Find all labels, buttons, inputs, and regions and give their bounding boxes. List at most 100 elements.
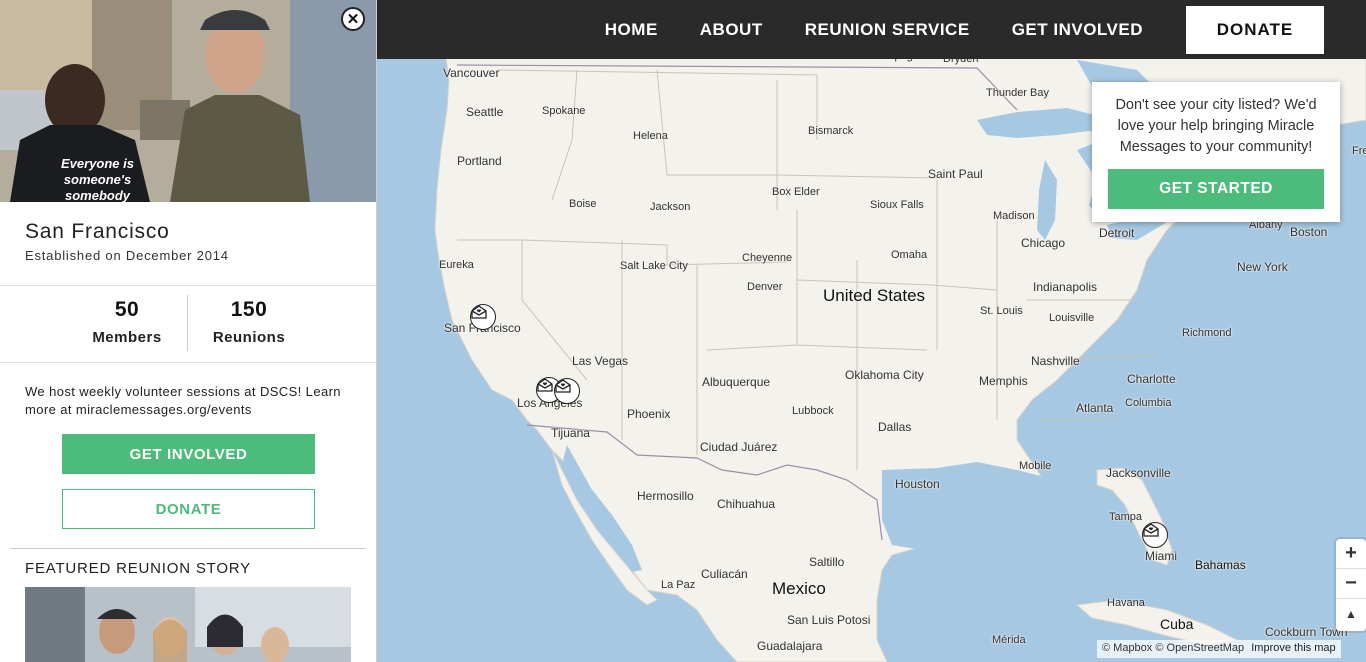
get-started-button[interactable]: GET STARTED <box>1108 169 1324 209</box>
map-label-memphis: Memphis <box>979 374 1028 388</box>
stats-divider-bottom <box>0 362 376 363</box>
map-label-chihuahua: Chihuahua <box>717 497 776 511</box>
map-label-ciudad-juarez: Ciudad Juárez <box>700 440 778 454</box>
map-label-atlanta: Atlanta <box>1076 401 1114 415</box>
map-label-cheyenne: Cheyenne <box>742 252 793 264</box>
map-label-eureka: Eureka <box>439 259 474 271</box>
map-label-helena: Helena <box>633 130 668 142</box>
zoom-out-button[interactable]: − <box>1336 569 1366 599</box>
improve-map-link[interactable]: Improve this map <box>1251 642 1335 654</box>
map-label-san-luis-potosi: San Luis Potosi <box>787 613 871 627</box>
chapter-sidebar: Everyone is someone's somebody ✕ San Fra… <box>0 0 377 662</box>
chapter-marker-los-angeles-2[interactable] <box>554 378 580 404</box>
map-label-hermosillo: Hermosillo <box>637 489 694 503</box>
map-label-la-paz: La Paz <box>661 579 696 591</box>
close-icon[interactable]: ✕ <box>341 7 365 31</box>
chapter-blurb: We host weekly volunteer sessions at DSC… <box>25 384 341 417</box>
map-label-jackson: Jackson <box>650 201 691 213</box>
featured-photo-illustration <box>25 587 351 662</box>
chapter-marker-san-francisco[interactable] <box>470 304 496 330</box>
nav-get-involved[interactable]: GET INVOLVED <box>1012 20 1143 40</box>
featured-story-photo[interactable] <box>25 587 351 662</box>
top-nav: HOME ABOUT REUNION SERVICE GET INVOLVED … <box>377 0 1366 59</box>
hero-shirt-text: Everyone is someone's somebody <box>50 156 145 202</box>
map-label-chicago: Chicago <box>1021 236 1066 250</box>
map-label-denver: Denver <box>747 281 783 293</box>
map-label-lubbock: Lubbock <box>792 405 834 417</box>
map-label-louisville: Louisville <box>1049 312 1095 324</box>
nav-donate-button[interactable]: DONATE <box>1186 5 1324 54</box>
shirt-line-1: Everyone is <box>61 156 134 171</box>
map-label-columbia: Columbia <box>1125 397 1172 409</box>
get-involved-button[interactable]: GET INVOLVED <box>62 434 315 474</box>
envelope-heart-icon <box>1143 523 1159 537</box>
popup-message: Don't see your city listed? We'd love yo… <box>1115 97 1317 155</box>
map-label-boston: Boston <box>1290 225 1328 239</box>
compass-button[interactable]: ▲ <box>1336 599 1366 629</box>
stat-reunions: 150 Reunions <box>174 298 324 346</box>
map-label-phoenix: Phoenix <box>627 407 671 421</box>
map-label-saltillo: Saltillo <box>809 555 845 569</box>
map-label-las-vegas: Las Vegas <box>572 354 629 368</box>
envelope-heart-icon <box>471 305 487 319</box>
map-label-richmond: Richmond <box>1182 327 1232 339</box>
map-label-new-york: New York <box>1237 260 1288 274</box>
reunions-label: Reunions <box>212 329 286 346</box>
featured-story-title: FEATURED REUNION STORY <box>25 560 251 577</box>
map-label-boise: Boise <box>569 198 597 210</box>
donate-button[interactable]: DONATE <box>62 489 315 529</box>
map-label-salt-lake-city: Salt Lake City <box>620 260 688 272</box>
stats-divider-top <box>0 285 376 286</box>
featured-divider <box>10 548 366 549</box>
map-label-spokane: Spokane <box>542 105 586 117</box>
map-label-oklahoma-city: Oklahoma City <box>845 368 924 382</box>
map-label-nashville: Nashville <box>1031 354 1080 368</box>
attribution-text[interactable]: © Mapbox © OpenStreetMap <box>1102 642 1244 654</box>
map-label-indianapolis: Indianapolis <box>1033 280 1098 294</box>
map-label-miami: Miami <box>1145 549 1177 563</box>
map-label-bismarck: Bismarck <box>808 125 854 137</box>
chapter-established-date: Established on December 2014 <box>25 248 229 263</box>
map-label-cuba: Cuba <box>1160 616 1194 632</box>
map-label-madison: Madison <box>993 210 1035 222</box>
map-label-vancouver: Vancouver <box>443 66 500 80</box>
map-label-havana: Havana <box>1107 597 1145 609</box>
map-label-seattle: Seattle <box>466 105 504 119</box>
chapter-city-name: San Francisco <box>25 220 170 243</box>
map-label-omaha: Omaha <box>891 249 928 261</box>
nav-home[interactable]: HOME <box>605 20 658 40</box>
map-label-merida: Mérida <box>992 634 1026 646</box>
map-label-albuquerque: Albuquerque <box>702 375 771 389</box>
map-label-mobile: Mobile <box>1019 460 1052 472</box>
map-label-guadalajara: Guadalajara <box>757 639 823 653</box>
map-zoom-controls: + − ▲ <box>1336 539 1366 631</box>
envelope-heart-icon <box>555 379 571 393</box>
map-label-box-elder: Box Elder <box>772 186 820 198</box>
map-label-sioux-falls: Sioux Falls <box>870 199 924 211</box>
chapter-marker-miami[interactable] <box>1142 522 1168 548</box>
map-label-tijuana: Tijuana <box>551 426 590 440</box>
map-label-bahamas: Bahamas <box>1195 558 1246 572</box>
nav-reunion-service[interactable]: REUNION SERVICE <box>805 20 970 40</box>
map-label-mexico: Mexico <box>772 579 826 598</box>
map-label-culiacan: Culiacán <box>701 567 748 581</box>
map-label-tampa: Tampa <box>1109 511 1143 523</box>
map-label-charlotte: Charlotte <box>1127 372 1176 386</box>
envelope-heart-icon <box>537 378 553 392</box>
map-label-thunder-bay: Thunder Bay <box>986 87 1049 99</box>
zoom-in-button[interactable]: + <box>1336 539 1366 569</box>
map-label-dallas: Dallas <box>878 420 912 434</box>
map-label-saint-paul: Saint Paul <box>928 167 983 181</box>
map-label-portland: Portland <box>457 154 502 168</box>
reunions-count: 150 <box>230 298 268 321</box>
map-label-fre: Fre <box>1352 145 1366 157</box>
map-attribution: © Mapbox © OpenStreetMap Improve this ma… <box>1097 640 1341 658</box>
chapter-hero-photo: Everyone is someone's somebody ✕ <box>0 0 376 202</box>
map-label-houston: Houston <box>895 477 940 491</box>
map-label-jacksonville: Jacksonville <box>1106 466 1171 480</box>
shirt-line-2: someone's <box>63 172 132 187</box>
city-request-popup: Don't see your city listed? We'd love yo… <box>1092 82 1340 222</box>
nav-about[interactable]: ABOUT <box>700 20 763 40</box>
shirt-line-3: somebody <box>64 188 130 202</box>
map-label-st-louis: St. Louis <box>980 305 1023 317</box>
